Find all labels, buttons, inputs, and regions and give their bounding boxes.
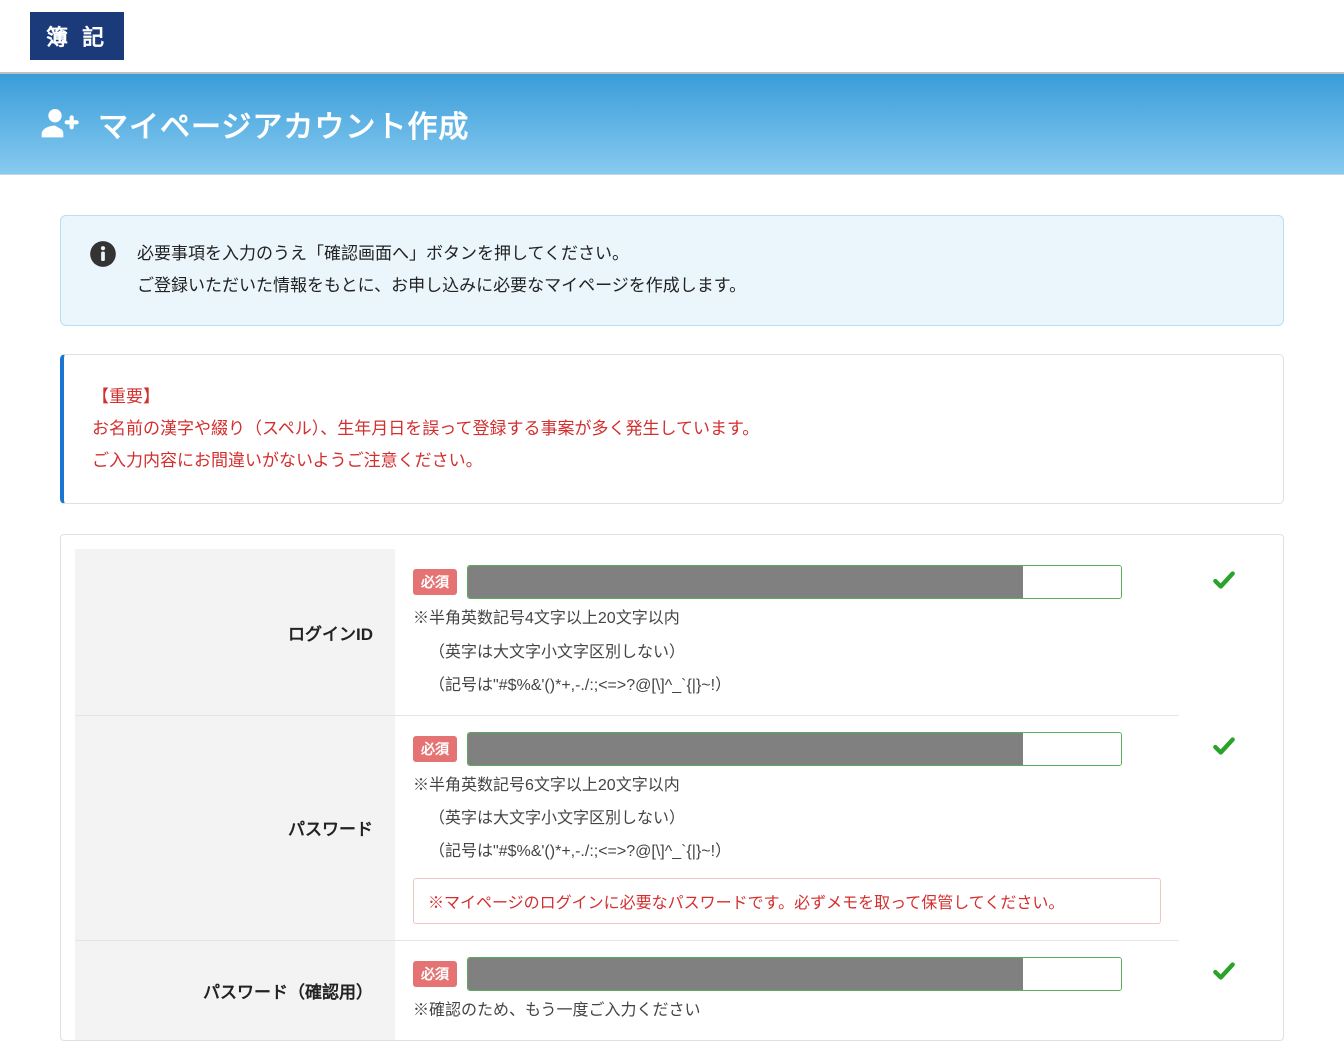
- check-icon: [1211, 958, 1237, 989]
- field-password-confirm: 必須 ※確認のため、もう一度ご入力ください: [395, 940, 1179, 1040]
- user-plus-icon: [40, 104, 80, 144]
- hero-banner: マイページアカウント作成: [0, 72, 1344, 175]
- password-hint-1: ※半角英数記号6文字以上20文字以内: [413, 772, 1161, 799]
- info-icon: [89, 240, 117, 273]
- warning-line-1: お名前の漢字や綴り（スペル）、生年月日を誤って登録する事案が多く発生しています。: [92, 413, 1255, 445]
- logo-badge: 簿 記: [30, 12, 124, 60]
- login-id-hint-1: ※半角英数記号4文字以上20文字以内: [413, 605, 1161, 632]
- login-id-input[interactable]: [467, 565, 1122, 599]
- form-row-login-id: ログインID 必須 ※半角英数記号4文字以上20文字以内 （英字は大文字小文字区…: [75, 549, 1269, 715]
- required-badge: 必須: [413, 961, 457, 987]
- label-login-id: ログインID: [75, 549, 395, 715]
- password-input[interactable]: [467, 732, 1122, 766]
- label-password-confirm: パスワード（確認用）: [75, 940, 395, 1040]
- check-icon: [1211, 733, 1237, 764]
- label-password: パスワード: [75, 715, 395, 940]
- required-badge: 必須: [413, 569, 457, 595]
- check-col-password: [1179, 715, 1269, 940]
- warning-title: 【重要】: [92, 381, 1255, 413]
- info-line-1: 必要事項を入力のうえ「確認画面へ」ボタンを押してください。: [137, 238, 746, 270]
- password-hint-2: （英字は大文字小文字区別しない）: [413, 805, 1161, 832]
- field-login-id: 必須 ※半角英数記号4文字以上20文字以内 （英字は大文字小文字区別しない） （…: [395, 549, 1179, 715]
- field-password: 必須 ※半角英数記号6文字以上20文字以内 （英字は大文字小文字区別しない） （…: [395, 715, 1179, 940]
- check-col-login-id: [1179, 549, 1269, 715]
- required-badge: 必須: [413, 736, 457, 762]
- password-hint-3: （記号は"#$%&'()*+,-./:;<=>?@[\]^_`{|}~!）: [413, 838, 1161, 865]
- password-confirm-hint-1: ※確認のため、もう一度ご入力ください: [413, 997, 1161, 1024]
- info-text: 必要事項を入力のうえ「確認画面へ」ボタンを押してください。 ご登録いただいた情報…: [137, 238, 746, 303]
- top-bar: 簿 記: [0, 0, 1344, 72]
- info-box: 必要事項を入力のうえ「確認画面へ」ボタンを押してください。 ご登録いただいた情報…: [60, 215, 1284, 326]
- check-col-password-confirm: [1179, 940, 1269, 1040]
- password-warning: ※マイページのログインに必要なパスワードです。必ずメモを取って保管してください。: [413, 878, 1161, 924]
- content-area: 必要事項を入力のうえ「確認画面へ」ボタンを押してください。 ご登録いただいた情報…: [0, 175, 1344, 1041]
- info-line-2: ご登録いただいた情報をもとに、お申し込みに必要なマイページを作成します。: [137, 270, 746, 302]
- warning-line-2: ご入力内容にお間違いがないようご注意ください。: [92, 445, 1255, 477]
- page-title: マイページアカウント作成: [98, 102, 469, 146]
- password-confirm-input[interactable]: [467, 957, 1122, 991]
- check-icon: [1211, 567, 1237, 598]
- form-row-password-confirm: パスワード（確認用） 必須 ※確認のため、もう一度ご入力ください: [75, 940, 1269, 1040]
- login-id-hint-2: （英字は大文字小文字区別しない）: [413, 639, 1161, 666]
- login-id-hint-3: （記号は"#$%&'()*+,-./:;<=>?@[\]^_`{|}~!）: [413, 672, 1161, 699]
- form-row-password: パスワード 必須 ※半角英数記号6文字以上20文字以内 （英字は大文字小文字区別…: [75, 715, 1269, 940]
- form-card: ログインID 必須 ※半角英数記号4文字以上20文字以内 （英字は大文字小文字区…: [60, 534, 1284, 1040]
- warning-box: 【重要】 お名前の漢字や綴り（スペル）、生年月日を誤って登録する事案が多く発生し…: [60, 354, 1284, 505]
